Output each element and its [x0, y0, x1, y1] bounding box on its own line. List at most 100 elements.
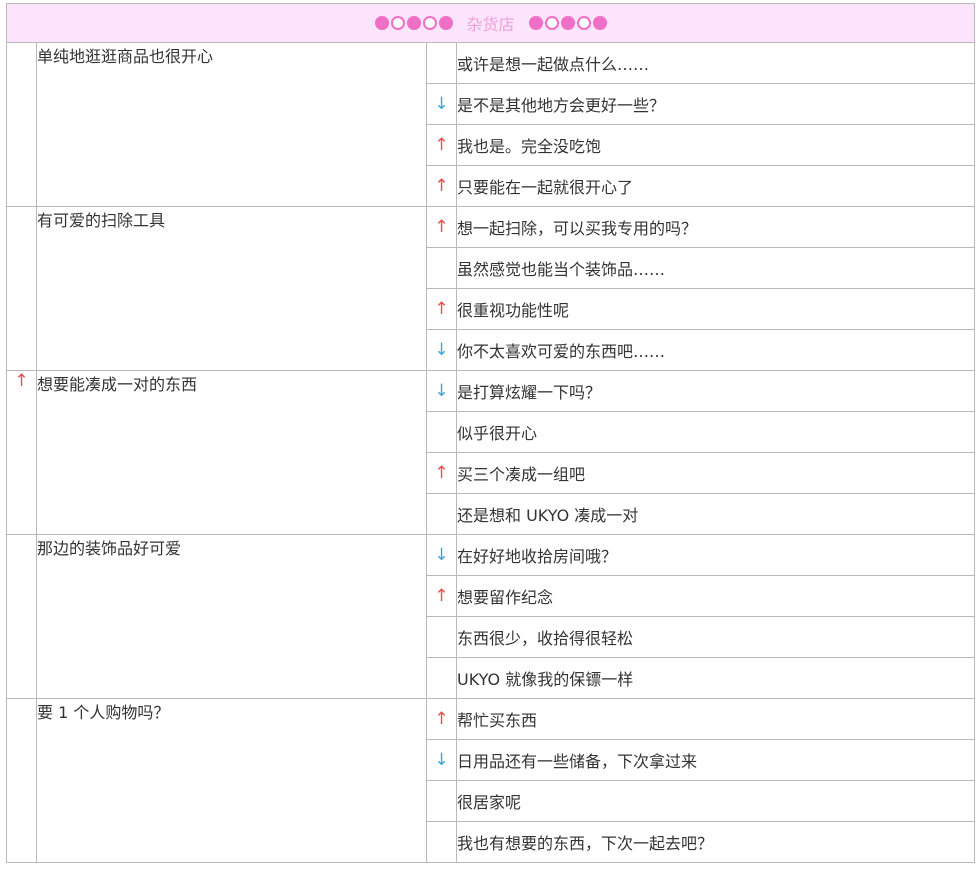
choice-text: 那边的装饰品好可爱 [37, 539, 182, 558]
table-row: 要 1 个人购物吗？ ↑ 帮忙买东西 [6, 698, 976, 863]
response-cell: 在好好地收拾房间哦？ [455, 534, 976, 576]
response-arrow-cell [426, 247, 457, 289]
response-cell: 还是想和 UKYO 凑成一对 [455, 493, 976, 535]
up-arrow-icon: ↑ [434, 176, 449, 196]
up-arrow-icon: ↑ [434, 586, 449, 606]
choice-cell: 那边的装饰品好可爱 [36, 534, 427, 699]
choice-text: 想要能凑成一对的东西 [37, 375, 198, 394]
response-text: 想一起扫除，可以买我专用的吗？ [457, 219, 698, 238]
response-text: 你不太喜欢可爱的东西吧…… [457, 342, 666, 361]
response-arrow-cell: ↑ [426, 165, 457, 207]
response-cell: UKYO 就像我的保镖一样 [455, 657, 976, 699]
choice-arrow-cell [6, 42, 37, 207]
choice-text: 单纯地逛逛商品也很开心 [37, 47, 214, 66]
up-arrow-icon: ↑ [434, 709, 449, 729]
choice-arrow-cell [6, 698, 37, 863]
response-text: 买三个凑成一组吧 [457, 465, 586, 484]
response-cell: 日用品还有一些储备，下次拿过来 [455, 739, 976, 781]
response-text: 很重视功能性呢 [457, 301, 570, 320]
up-arrow-icon: ↑ [434, 299, 449, 319]
response-text: 是打算炫耀一下吗？ [457, 383, 602, 402]
table-row: ↑ 想要能凑成一对的东西 ↓ 是打算炫耀一下吗？ [6, 370, 976, 535]
response-arrow-cell: ↑ [426, 206, 457, 248]
choice-arrow-cell [6, 534, 37, 699]
response-text: 想要留作纪念 [457, 588, 554, 607]
filled-dot-icon [438, 16, 453, 30]
response-cell: 很居家呢 [455, 780, 976, 822]
response-arrow-cell [426, 411, 457, 453]
choice-cell: 单纯地逛逛商品也很开心 [36, 42, 427, 207]
choice-arrow-cell [6, 206, 37, 371]
header-title: 杂货店 [466, 15, 515, 34]
response-arrow-cell [426, 780, 457, 822]
response-cell: 只要能在一起就很开心了 [455, 165, 976, 207]
response-arrow-cell: ↑ [426, 124, 457, 166]
response-arrow-cell [426, 42, 457, 84]
down-arrow-icon: ↓ [434, 750, 449, 770]
response-cell: 想要留作纪念 [455, 575, 976, 617]
choice-table: 杂货店 单纯地逛逛商品也很开心 或许是想一起做点什么…… ↓ 是不是其他地方会更好一些… [5, 3, 976, 863]
response-text: 虽然感觉也能当个装饰品…… [457, 260, 666, 279]
down-arrow-icon: ↓ [434, 340, 449, 360]
response-cell: 我也有想要的东西，下次一起去吧？ [455, 821, 976, 863]
choice-arrow-cell: ↑ [6, 370, 37, 535]
response-arrow-cell: ↓ [426, 534, 457, 576]
response-cell: 我也是。完全没吃饱 [455, 124, 976, 166]
response-text: 日用品还有一些储备，下次拿过来 [457, 752, 698, 771]
up-arrow-icon: ↑ [434, 463, 449, 483]
response-text: 在好好地收拾房间哦？ [457, 547, 618, 566]
choice-text: 有可爱的扫除工具 [37, 211, 166, 230]
filled-dot-icon [528, 16, 543, 30]
response-arrow-cell: ↑ [426, 575, 457, 617]
response-text: UKYO 就像我的保镖一样 [457, 670, 634, 689]
choice-text: 要 1 个人购物吗？ [37, 703, 170, 722]
table-row: 单纯地逛逛商品也很开心 或许是想一起做点什么…… [6, 42, 976, 207]
open-dot-icon [576, 16, 591, 30]
response-cell: 想一起扫除，可以买我专用的吗？ [455, 206, 976, 248]
response-text: 似乎很开心 [457, 424, 538, 443]
response-text: 我也是。完全没吃饱 [457, 137, 602, 156]
up-arrow-icon: ↑ [14, 371, 29, 392]
response-text: 或许是想一起做点什么…… [457, 55, 650, 74]
response-text: 是不是其他地方会更好一些？ [457, 96, 666, 115]
filled-dot-icon [560, 16, 575, 30]
response-cell: 是不是其他地方会更好一些？ [455, 83, 976, 125]
response-cell: 是打算炫耀一下吗？ [455, 370, 976, 412]
dot-decoration-right [528, 16, 607, 30]
down-arrow-icon: ↓ [434, 94, 449, 114]
response-cell: 很重视功能性呢 [455, 288, 976, 330]
response-text: 只要能在一起就很开心了 [457, 178, 634, 197]
response-arrow-cell [426, 616, 457, 658]
response-text: 很居家呢 [457, 793, 522, 812]
down-arrow-icon: ↓ [434, 381, 449, 401]
open-dot-icon [422, 16, 437, 30]
filled-dot-icon [374, 16, 389, 30]
header-row: 杂货店 [5, 3, 976, 43]
filled-dot-icon [592, 16, 607, 30]
response-arrow-cell: ↑ [426, 698, 457, 740]
response-arrow-cell [426, 493, 457, 535]
table-row: 那边的装饰品好可爱 ↓ 在好好地收拾房间哦？ [6, 534, 976, 699]
up-arrow-icon: ↑ [434, 217, 449, 237]
response-cell: 买三个凑成一组吧 [455, 452, 976, 494]
response-arrow-cell: ↓ [426, 739, 457, 781]
response-text: 我也有想要的东西，下次一起去吧？ [457, 834, 714, 853]
response-arrow-cell: ↓ [426, 370, 457, 412]
open-dot-icon [544, 16, 559, 30]
up-arrow-icon: ↑ [434, 135, 449, 155]
response-arrow-cell: ↑ [426, 288, 457, 330]
response-arrow-cell: ↑ [426, 452, 457, 494]
response-text: 还是想和 UKYO 凑成一对 [457, 506, 639, 525]
filled-dot-icon [406, 16, 421, 30]
response-cell: 你不太喜欢可爱的东西吧…… [455, 329, 976, 371]
choice-cell: 要 1 个人购物吗？ [36, 698, 427, 863]
response-arrow-cell [426, 821, 457, 863]
response-cell: 或许是想一起做点什么…… [455, 42, 976, 84]
table-body: 单纯地逛逛商品也很开心 或许是想一起做点什么…… ↓ 是不是其他地方会更好一些？ ↑ 我也… [6, 42, 976, 863]
response-cell: 东西很少，收拾得很轻松 [455, 616, 976, 658]
down-arrow-icon: ↓ [434, 545, 449, 565]
choice-cell: 想要能凑成一对的东西 [36, 370, 427, 535]
choice-cell: 有可爱的扫除工具 [36, 206, 427, 371]
open-dot-icon [390, 16, 405, 30]
response-arrow-cell: ↓ [426, 83, 457, 125]
